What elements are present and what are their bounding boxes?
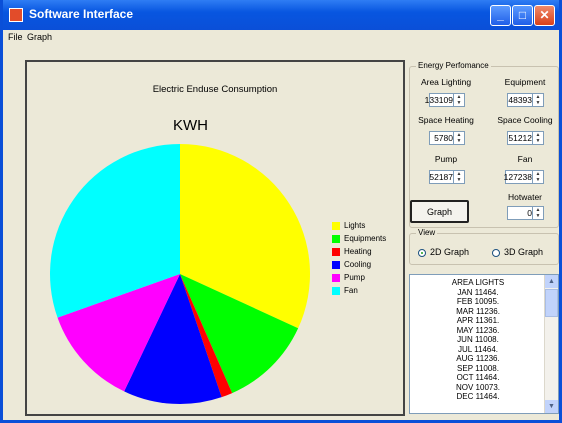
area-lighting-value: 133109 xyxy=(424,95,453,105)
output-line: SEP 11008. xyxy=(457,363,499,373)
radio-3d-label[interactable]: 3D Graph xyxy=(504,247,543,257)
legend-label: Pump xyxy=(344,273,365,282)
spin-down-icon[interactable]: ▼ xyxy=(454,100,464,106)
output-line: NOV 10073. xyxy=(455,382,501,392)
equipment-label: Equipment xyxy=(504,77,546,87)
output-line: OCT 11464. xyxy=(456,373,500,382)
space-heating-spinner[interactable]: 5780 ▲ ▼ xyxy=(429,131,465,145)
app-icon xyxy=(9,8,23,22)
spinner-buttons[interactable]: ▲ ▼ xyxy=(532,171,543,183)
fan-spinner[interactable]: 127238 ▲ ▼ xyxy=(503,170,544,184)
spin-down-icon[interactable]: ▼ xyxy=(533,177,543,183)
output-line: DEC 11464. xyxy=(456,392,500,401)
hotwater-spinner[interactable]: 0 ▲ ▼ xyxy=(507,206,544,220)
output-line: MAY 11236. xyxy=(456,325,500,335)
pump-label: Pump xyxy=(434,154,458,164)
equipment-spinner[interactable]: 48393 ▲ ▼ xyxy=(507,93,544,107)
spinner-buttons[interactable]: ▲ ▼ xyxy=(453,132,464,144)
output-line: JUN 11008. xyxy=(457,335,499,344)
output-text: AREA LIGHTS JAN 11464. FEB 10095. MAR 11236… xyxy=(410,278,546,402)
scroll-up-icon[interactable]: ▲ xyxy=(545,275,558,288)
scroll-thumb[interactable] xyxy=(545,289,558,317)
scroll-down-icon[interactable]: ▼ xyxy=(545,400,558,413)
fan-value: 127238 xyxy=(503,172,532,182)
output-line: JAN 11464. xyxy=(457,287,499,297)
app-window: Software Interface _ □ ✕ File Graph Elec… xyxy=(0,0,562,423)
view-group: View 2D Graph 3D Graph xyxy=(409,228,559,265)
space-heating-value: 5780 xyxy=(434,133,453,143)
space-heating-label: Space Heating xyxy=(418,115,474,125)
output-line: APR 11361. xyxy=(456,316,500,325)
hotwater-label: Hotwater xyxy=(507,192,542,202)
equipment-value: 48393 xyxy=(508,95,532,105)
radio-2d-graph[interactable] xyxy=(418,249,426,257)
chart-panel: Electric Enduse Consumption KWH Lights Eq… xyxy=(25,60,405,416)
output-line: AUG 11236. xyxy=(456,354,500,363)
space-cooling-label: Space Cooling xyxy=(497,115,553,125)
output-line: FEB 10095. xyxy=(456,297,500,306)
spin-down-icon[interactable]: ▼ xyxy=(454,138,464,144)
view-group-title: View xyxy=(416,228,438,237)
legend-label: Cooling xyxy=(344,260,372,269)
spin-down-icon[interactable]: ▼ xyxy=(533,213,543,219)
menu-graph[interactable]: Graph xyxy=(27,32,52,42)
title-bar[interactable]: Software Interface _ □ ✕ xyxy=(3,0,559,30)
spinner-buttons[interactable]: ▲ ▼ xyxy=(453,171,464,183)
spin-down-icon[interactable]: ▼ xyxy=(533,138,543,144)
space-cooling-value: 51212 xyxy=(508,133,532,143)
legend-label: Fan xyxy=(344,286,358,295)
minimize-button[interactable]: _ xyxy=(490,5,511,26)
legend-swatch xyxy=(332,248,340,256)
maximize-button[interactable]: □ xyxy=(512,5,533,26)
legend-swatch xyxy=(332,222,340,230)
pump-spinner[interactable]: 52187 ▲ ▼ xyxy=(429,170,465,184)
legend-swatch xyxy=(332,287,340,295)
legend-label: Lights xyxy=(344,221,366,230)
spinner-buttons[interactable]: ▲ ▼ xyxy=(532,94,543,106)
legend-swatch xyxy=(332,235,340,243)
radio-3d-graph[interactable] xyxy=(492,249,500,257)
legend-label: Equipments xyxy=(344,234,387,243)
legend-swatch xyxy=(332,274,340,282)
graph-button[interactable]: Graph xyxy=(410,200,469,223)
legend-swatch xyxy=(332,261,340,269)
spinner-buttons[interactable]: ▲ ▼ xyxy=(532,207,543,219)
area-lighting-label: Area Lighting xyxy=(420,77,472,87)
vertical-scrollbar[interactable]: ▲ ▼ xyxy=(544,275,558,413)
menu-bar: File Graph xyxy=(3,30,559,45)
output-textbox[interactable]: AREA LIGHTS JAN 11464. FEB 10095. MAR 11236… xyxy=(409,274,559,414)
spin-down-icon[interactable]: ▼ xyxy=(454,177,464,183)
menu-file[interactable]: File xyxy=(8,32,23,42)
legend-label: Heating xyxy=(344,247,372,256)
output-line: AREA LIGHTS xyxy=(451,278,505,287)
output-line: MAR 11236. xyxy=(456,306,500,316)
space-cooling-spinner[interactable]: 51212 ▲ ▼ xyxy=(507,131,544,145)
window-title: Software Interface xyxy=(29,7,134,21)
energy-group-title: Energy Perfomance xyxy=(416,61,491,70)
output-line: JUL 11464. xyxy=(457,344,499,354)
spinner-buttons[interactable]: ▲ ▼ xyxy=(453,94,464,106)
spin-down-icon[interactable]: ▼ xyxy=(533,100,543,106)
fan-label: Fan xyxy=(517,154,533,164)
spinner-buttons[interactable]: ▲ ▼ xyxy=(532,132,543,144)
radio-2d-label[interactable]: 2D Graph xyxy=(430,247,469,257)
pump-value: 52187 xyxy=(429,172,453,182)
close-button[interactable]: ✕ xyxy=(534,5,555,26)
area-lighting-spinner[interactable]: 133109 ▲ ▼ xyxy=(425,93,465,107)
